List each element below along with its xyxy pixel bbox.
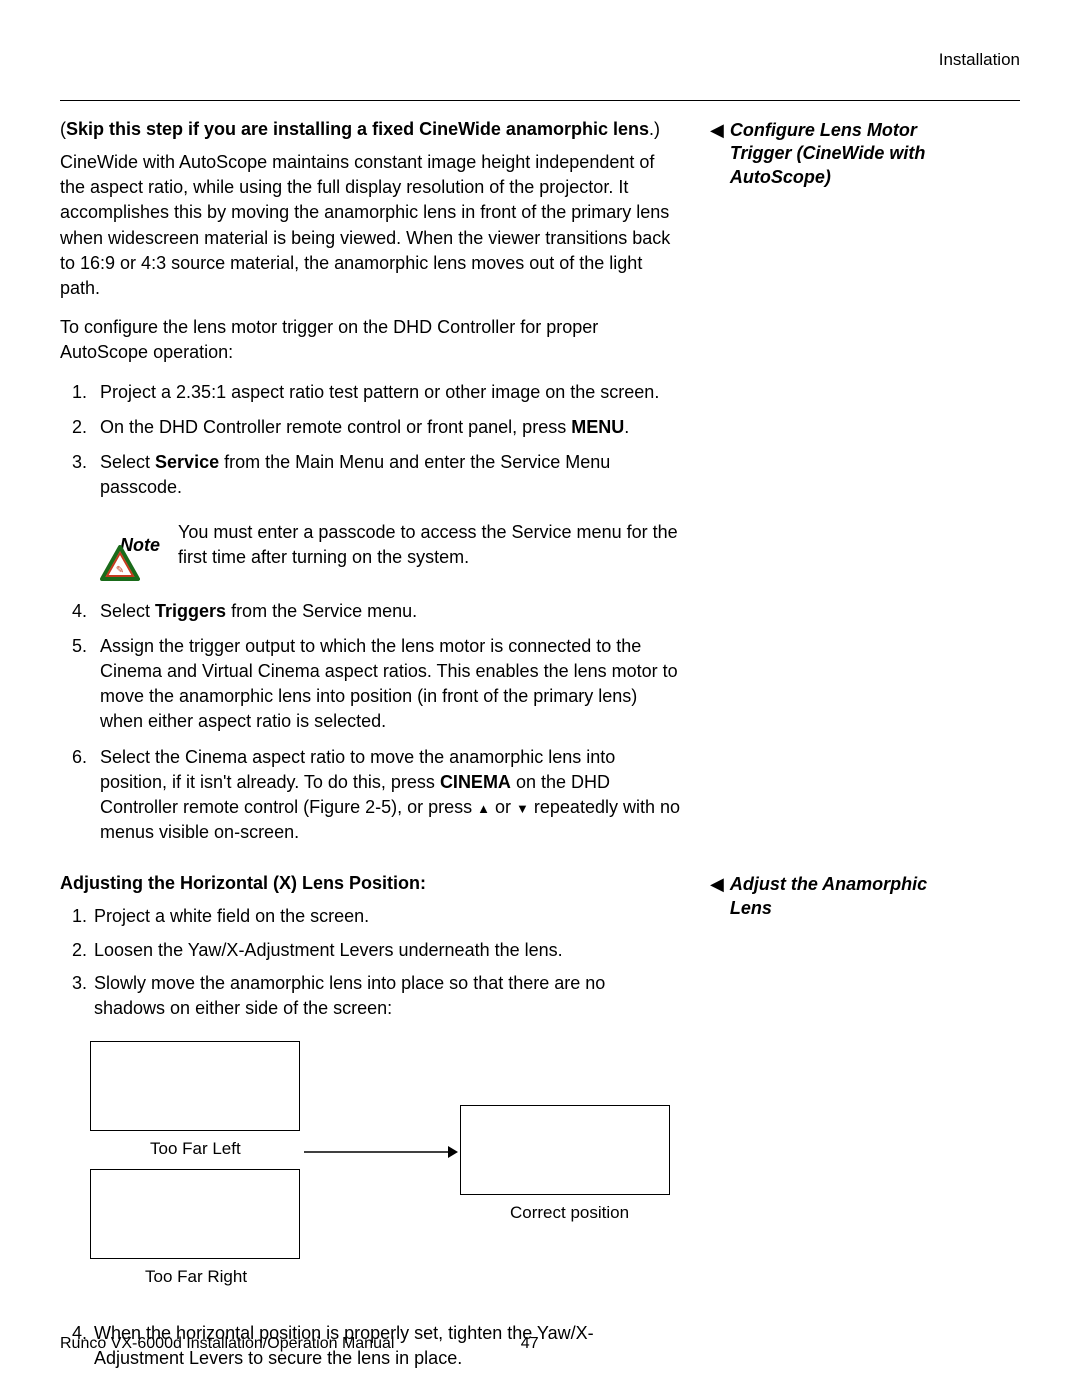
menu-button-label: MENU <box>571 417 624 437</box>
lens-position-diagram: Too Far Left Too Far Right Correct posit… <box>90 1041 690 1301</box>
page-footer: Runco VX-6000d Installation/Operation Ma… <box>60 1335 1020 1353</box>
step-3: Select Service from the Main Menu and en… <box>92 450 680 500</box>
config-steps-4-6: Select Triggers from the Service menu. A… <box>60 599 680 846</box>
side-note-2-text: Adjust the Anamorphic Lens <box>730 873 970 920</box>
side-note-adjust-lens: ◀ Adjust the Anamorphic Lens <box>710 873 970 920</box>
adjust-steps-1-3: Project a white field on the screen. Loo… <box>60 904 680 1021</box>
step-1: Project a 2.35:1 aspect ratio test patte… <box>92 380 680 405</box>
down-arrow-icon: ▼ <box>516 800 529 818</box>
step-5: Assign the trigger output to which the l… <box>92 634 680 735</box>
header-section-label: Installation <box>60 50 1020 70</box>
left-pointer-icon: ◀ <box>710 120 724 142</box>
step-4: Select Triggers from the Service menu. <box>92 599 680 624</box>
service-label: Service <box>155 452 219 472</box>
left-pointer-icon: ◀ <box>710 874 724 896</box>
note-text: You must enter a passcode to access the … <box>178 520 680 570</box>
configure-intro: To configure the lens motor trigger on t… <box>60 315 680 365</box>
rect-too-far-left <box>90 1041 300 1131</box>
label-too-far-right: Too Far Right <box>145 1267 247 1287</box>
adjust-step-1: Project a white field on the screen. <box>92 904 680 929</box>
svg-text:✎: ✎ <box>116 565 124 576</box>
header-divider <box>60 100 1020 101</box>
page-number: 47 <box>521 1335 539 1353</box>
arrow-right-icon <box>304 1145 458 1159</box>
config-steps-1-3: Project a 2.35:1 aspect ratio test patte… <box>60 380 680 501</box>
adjust-step-2: Loosen the Yaw/X-Adjustment Levers under… <box>92 938 680 963</box>
footer-doc-title: Runco VX-6000d Installation/Operation Ma… <box>60 1335 394 1352</box>
cinema-button-label: CINEMA <box>440 772 511 792</box>
step-2: On the DHD Controller remote control or … <box>92 415 680 440</box>
rect-too-far-right <box>90 1169 300 1259</box>
autoscope-description: CineWide with AutoScope maintains consta… <box>60 150 680 301</box>
up-arrow-icon: ▲ <box>477 800 490 818</box>
rect-correct <box>460 1105 670 1195</box>
triggers-label: Triggers <box>155 601 226 621</box>
side-note-configure-lens: ◀ Configure Lens Motor Trigger (CineWide… <box>710 119 970 189</box>
skip-step-bold: Skip this step if you are installing a f… <box>66 119 649 139</box>
paren-close: .) <box>649 119 660 139</box>
skip-step-line: (Skip this step if you are installing a … <box>60 119 680 140</box>
adjust-step-3: Slowly move the anamorphic lens into pla… <box>92 971 680 1021</box>
step-6: Select the Cinema aspect ratio to move t… <box>92 745 680 846</box>
adjust-horizontal-heading: Adjusting the Horizontal (X) Lens Positi… <box>60 873 680 894</box>
label-too-far-left: Too Far Left <box>150 1139 241 1159</box>
side-note-1-text: Configure Lens Motor Trigger (CineWide w… <box>730 119 970 189</box>
label-correct: Correct position <box>510 1203 629 1223</box>
note-callout: ✎ Note You must enter a passcode to acce… <box>100 520 680 570</box>
